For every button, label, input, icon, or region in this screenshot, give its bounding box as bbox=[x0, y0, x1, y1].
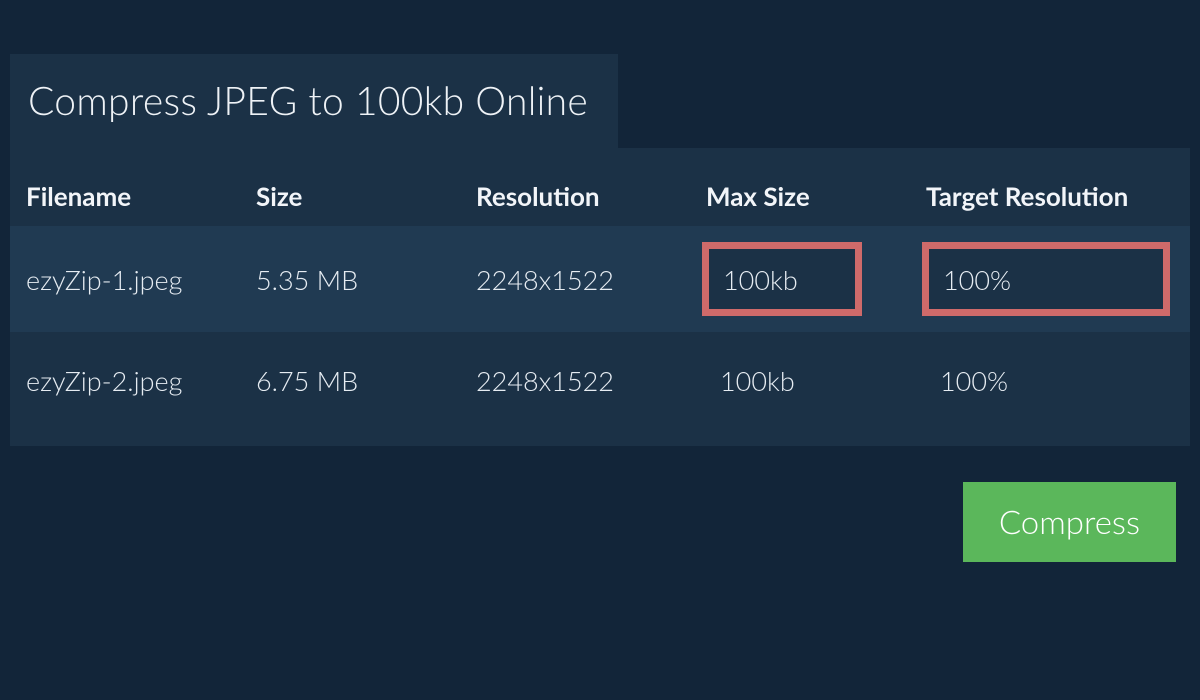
cell-filename: ezyZip-2.jpeg bbox=[10, 332, 240, 428]
target-resolution-input[interactable] bbox=[922, 348, 1170, 412]
max-size-input[interactable] bbox=[702, 242, 862, 316]
target-resolution-input[interactable] bbox=[922, 242, 1170, 316]
compress-button[interactable]: Compress bbox=[963, 482, 1176, 562]
file-table-panel: Filename Size Resolution Max Size Target… bbox=[10, 148, 1190, 446]
col-header-max-size: Max Size bbox=[690, 166, 910, 226]
max-size-input[interactable] bbox=[702, 348, 862, 412]
file-table: Filename Size Resolution Max Size Target… bbox=[10, 166, 1190, 428]
cell-resolution: 2248x1522 bbox=[460, 226, 690, 332]
col-header-filename: Filename bbox=[10, 166, 240, 226]
page-title-tab: Compress JPEG to 100kb Online bbox=[10, 54, 618, 148]
table-row: ezyZip-2.jpeg 6.75 MB 2248x1522 bbox=[10, 332, 1190, 428]
cell-resolution: 2248x1522 bbox=[460, 332, 690, 428]
table-row: ezyZip-1.jpeg 5.35 MB 2248x1522 bbox=[10, 226, 1190, 332]
cell-size: 5.35 MB bbox=[240, 226, 460, 332]
col-header-size: Size bbox=[240, 166, 460, 226]
col-header-resolution: Resolution bbox=[460, 166, 690, 226]
cell-size: 6.75 MB bbox=[240, 332, 460, 428]
col-header-target-resolution: Target Resolution bbox=[910, 166, 1190, 226]
cell-filename: ezyZip-1.jpeg bbox=[10, 226, 240, 332]
